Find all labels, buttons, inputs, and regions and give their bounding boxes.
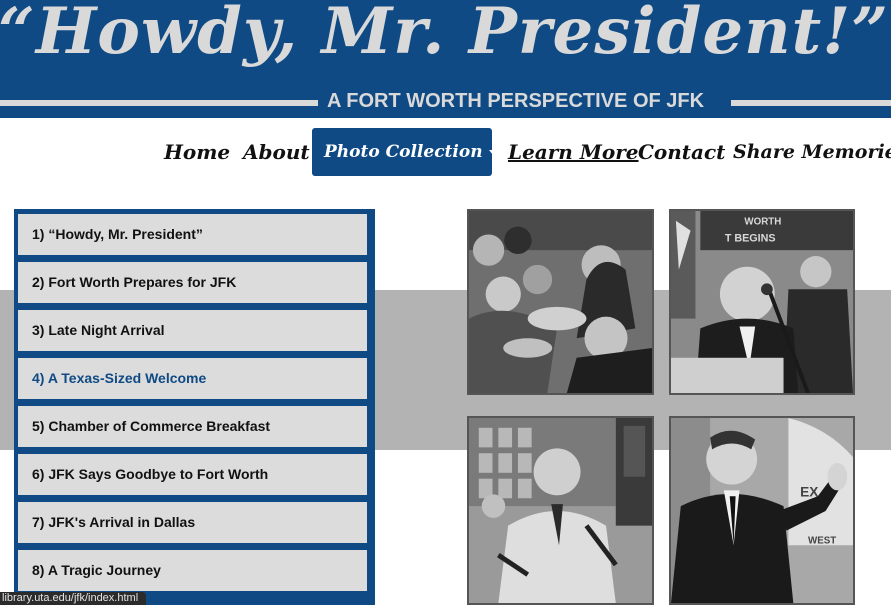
chapter-item-5[interactable]: 5) Chamber of Commerce Breakfast — [18, 406, 367, 447]
nav-photo-collection[interactable]: Photo Collection — [312, 128, 497, 176]
photo-crowd-handshake-image — [469, 211, 652, 393]
photo-lbj-speaking-image — [469, 418, 652, 603]
photo-jfk-waving-image: EX WEST — [671, 418, 853, 603]
nav-share-memories[interactable]: Share Memories — [733, 128, 891, 176]
chapter-item-1[interactable]: 1) “Howdy, Mr. President” — [18, 214, 367, 255]
nav-home[interactable]: Home — [164, 128, 230, 176]
nav-learn-more[interactable]: Learn More — [508, 128, 639, 176]
chapter-item-3[interactable]: 3) Late Night Arrival — [18, 310, 367, 351]
nav-contact[interactable]: Contact — [638, 128, 725, 176]
chapter-item-4[interactable]: 4) A Texas-Sized Welcome — [18, 358, 367, 399]
main-nav: Home About Photo Collection Learn More C… — [0, 118, 891, 182]
nav-photo-collection-label: Photo Collection — [324, 142, 483, 162]
dropdown-caret-icon — [488, 150, 497, 155]
browser-status-bar: library.uta.edu/jfk/index.html — [0, 592, 147, 605]
site-subtitle: A FORT WORTH PERSPECTIVE OF JFK — [327, 90, 705, 112]
sign-text-bottom: T BEGINS — [725, 232, 776, 244]
chapter-list: 1) “Howdy, Mr. President” 2) Fort Worth … — [14, 209, 375, 605]
photo-jfk-waving[interactable]: EX WEST — [669, 416, 855, 605]
chapter-item-7[interactable]: 7) JFK's Arrival in Dallas — [18, 502, 367, 543]
chapter-item-6[interactable]: 6) JFK Says Goodbye to Fort Worth — [18, 454, 367, 495]
chapter-item-2[interactable]: 2) Fort Worth Prepares for JFK — [18, 262, 367, 303]
photo-crowd-handshake[interactable] — [467, 209, 654, 395]
sign-text-top: WORTH — [744, 217, 781, 228]
photo-speaker-microphones-image: WORTH T BEGINS — [671, 211, 853, 393]
site-banner: “Howdy, Mr. President!” A FORT WORTH PER… — [0, 0, 891, 118]
site-title: “Howdy, Mr. President!” — [0, 0, 890, 69]
sign-text-corner-b: WEST — [808, 535, 836, 546]
banner-rule-right — [731, 100, 891, 106]
nav-about[interactable]: About — [243, 128, 310, 176]
banner-rule-left — [0, 100, 318, 106]
chapter-item-8[interactable]: 8) A Tragic Journey — [18, 550, 367, 591]
photo-lbj-speaking[interactable] — [467, 416, 654, 605]
photo-speaker-microphones[interactable]: WORTH T BEGINS — [669, 209, 855, 395]
